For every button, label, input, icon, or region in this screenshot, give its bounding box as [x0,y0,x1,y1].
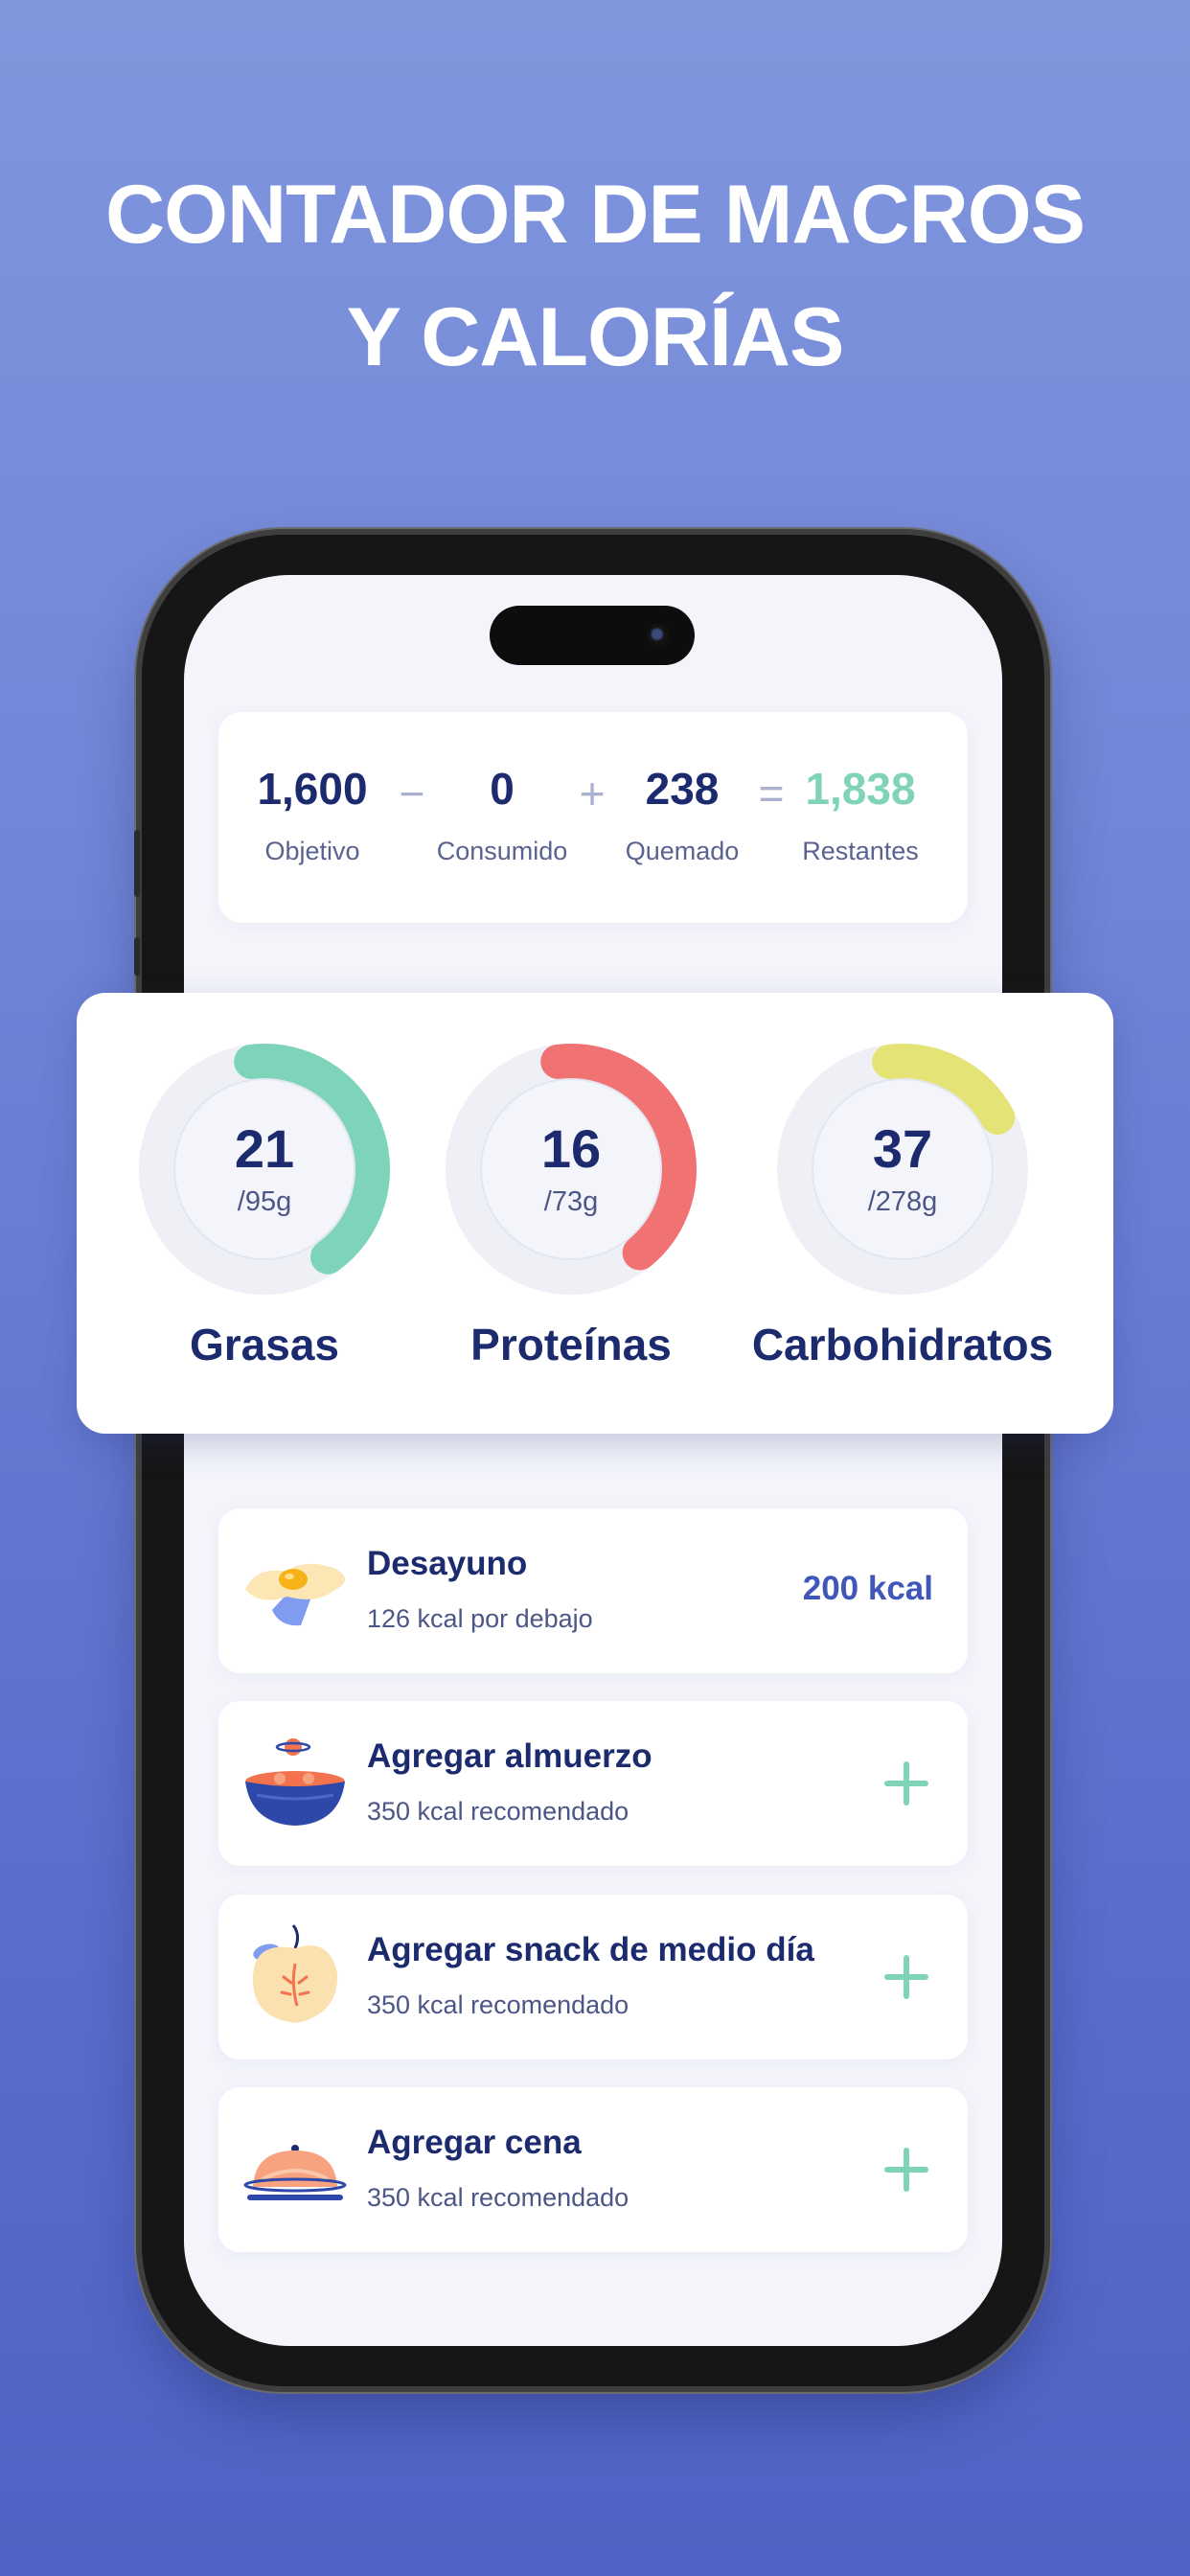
camera-icon [647,624,670,647]
fat-label: Grasas [189,1320,339,1369]
meal-title: Agregar cena [367,2124,582,2161]
protein-target: /73g [543,1186,599,1217]
meal-dinner[interactable]: Agregar cena 350 kcal recomendado [218,2087,968,2252]
meal-subtitle: 126 kcal por debajo [367,1604,593,1633]
dynamic-island [490,606,695,665]
meal-title: Desayuno [367,1545,528,1582]
meal-subtitle: 350 kcal recomendado [367,1797,629,1826]
meal-snack[interactable]: Agregar snack de medio día 350 kcal reco… [218,1895,968,2059]
summary-goal-value: 1,600 [257,764,368,814]
summary-remaining-label: Restantes [802,837,919,865]
protein-value: 16 [540,1118,602,1179]
meal-title: Agregar almuerzo [367,1737,652,1775]
apple-icon [253,1924,338,2023]
calorie-summary-card[interactable]: 1,600 Objetivo − 0 Consumido + 238 Quema… [218,712,968,923]
carbs-label: Carbohidratos [751,1320,1054,1369]
cloche-icon [243,2145,347,2200]
protein-progress-ring[interactable]: 16 /73g [445,1043,698,1296]
summary-goal-label: Objetivo [264,837,360,865]
meal-breakfast[interactable]: Desayuno 126 kcal por debajo 200 kcal [218,1508,968,1673]
carbs-progress-ring[interactable]: 37 /278g [776,1043,1029,1296]
summary-consumed-value: 0 [490,764,515,814]
fried-egg-icon [245,1563,345,1626]
meal-title: Agregar snack de medio día [367,1931,814,1968]
plus-icon[interactable] [878,2141,935,2198]
fat-progress-ring[interactable]: 21 /95g [138,1043,391,1296]
carbs-value: 37 [872,1118,933,1179]
phone-side-button [134,937,140,976]
summary-remaining-value: 1,838 [805,764,916,814]
macros-card[interactable]: 21 /95g Grasas 16 /73g Proteínas 37 /278… [77,993,1113,1434]
summary-burned-label: Quemado [625,837,740,865]
plus-icon[interactable] [878,1948,935,2006]
summary-burned-value: 238 [645,764,720,814]
meal-subtitle: 350 kcal recomendado [367,1990,629,2019]
headline-line-1: CONTADOR DE MACROS [105,169,1086,261]
summary-consumed-label: Consumido [436,837,568,865]
carbs-target: /278g [867,1186,938,1217]
headline-line-2: Y CALORÍAS [346,291,845,383]
plus-icon[interactable] [878,1755,935,1812]
bowl-icon [245,1738,345,1826]
protein-label: Proteínas [470,1320,672,1369]
meal-lunch[interactable]: Agregar almuerzo 350 kcal recomendado [218,1701,968,1866]
phone-side-button [134,830,140,897]
fat-target: /95g [237,1186,292,1217]
fat-value: 21 [234,1118,295,1179]
headline: CONTADOR DE MACROS Y CALORÍAS [0,153,1190,399]
meal-subtitle: 350 kcal recomendado [367,2183,629,2212]
meal-kcal: 200 kcal [802,1570,933,1607]
